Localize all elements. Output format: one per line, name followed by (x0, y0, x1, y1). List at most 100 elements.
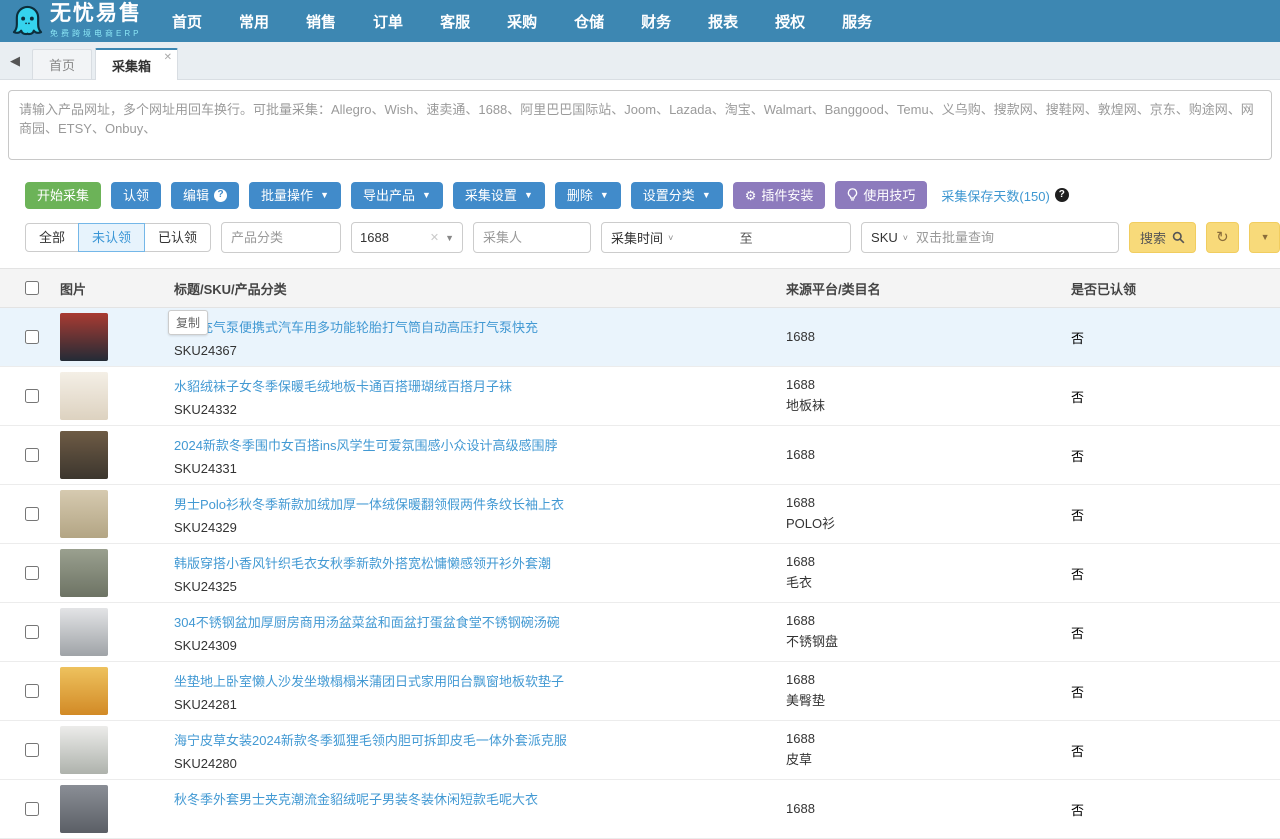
tabs-back-icon[interactable]: ◀ (10, 53, 20, 69)
product-title-link[interactable]: 坐垫地上卧室懒人沙发坐墩榻榻米蒲团日式家用阳台飘窗地板软垫子 (174, 671, 786, 690)
collect-time-range[interactable]: 采集时间 ˅ 至 (601, 222, 851, 253)
filter-bar: 全部未认领已认领 1688 ✕ ▼ 采集时间 ˅ 至 SKU ˅ 搜索 ↻ ▼ (25, 222, 1280, 253)
product-sku: SKU24331 (174, 461, 786, 476)
product-title-link[interactable]: 水貂绒袜子女冬季保暖毛绒地板卡通百搭珊瑚绒百搭月子袜 (174, 376, 786, 395)
caret-down-icon: ▼ (524, 191, 533, 200)
row-checkbox[interactable] (25, 802, 39, 816)
claim-filter-tab[interactable]: 全部 (25, 223, 79, 252)
question-circle-icon[interactable]: ? (1055, 188, 1069, 202)
search-options-button[interactable]: ▼ (1249, 222, 1280, 253)
select-all-checkbox[interactable] (25, 281, 39, 295)
nav-item[interactable]: 授权 (775, 11, 805, 32)
claimed-status: 否 (1071, 390, 1084, 405)
nav-item[interactable]: 财务 (641, 11, 671, 32)
toolbar: 开始采集 认领 编辑? 批量操作 ▼ 导出产品▼ 采集设置 ▼ 删除▼ 设置分类▼ ⚙插件安装 使用技… (25, 181, 1280, 209)
tab-collect-box[interactable]: 采集箱 ✕ (95, 48, 178, 80)
copy-button[interactable]: 复制 (168, 310, 208, 335)
row-checkbox[interactable] (25, 625, 39, 639)
product-title-link[interactable]: 秋冬季外套男士夹克潮流金貂绒呢子男装冬装休闲短款毛呢大衣 (174, 789, 786, 808)
row-checkbox[interactable] (25, 330, 39, 344)
product-sku: SKU24309 (174, 638, 786, 653)
chevron-down-icon: ˅ (668, 233, 673, 243)
product-title-link[interactable]: 韩版穿搭小香风针织毛衣女秋季新款外搭宽松慵懒感领开衫外套潮 (174, 553, 786, 572)
nav-item[interactable]: 采购 (507, 11, 537, 32)
collector-input[interactable] (473, 222, 591, 253)
button-label: 认领 (123, 189, 149, 202)
button-label: 批量操作 (261, 189, 313, 202)
sku-search-input[interactable] (914, 229, 1118, 246)
product-title-link[interactable]: 2024新款冬季围巾女百搭ins风学生可爱氛围感小众设计高级感围脖 (174, 435, 786, 454)
product-title-link[interactable]: 海宁皮草女装2024新款冬季狐狸毛领内胆可拆卸皮毛一体外套派克服 (174, 730, 786, 749)
claim-filter-tab[interactable]: 已认领 (144, 223, 211, 252)
nav-item[interactable]: 客服 (440, 11, 470, 32)
chevron-down-icon: ▼ (445, 233, 454, 243)
caret-down-icon: ▼ (320, 191, 329, 200)
edit-button[interactable]: 编辑? (171, 182, 239, 209)
product-thumbnail[interactable] (60, 608, 108, 656)
nav-item[interactable]: 服务 (842, 11, 872, 32)
product-thumbnail[interactable] (60, 667, 108, 715)
row-checkbox[interactable] (25, 507, 39, 521)
product-thumbnail[interactable] (60, 372, 108, 420)
row-checkbox[interactable] (25, 743, 39, 757)
product-sku: SKU24325 (174, 579, 786, 594)
claim-button[interactable]: 认领 (111, 182, 161, 209)
batch-ops-button[interactable]: 批量操作 ▼ (249, 182, 341, 209)
delete-button[interactable]: 删除▼ (555, 182, 621, 209)
refresh-button[interactable]: ↻ (1206, 222, 1239, 253)
platform-select[interactable]: 1688 ✕ ▼ (351, 222, 463, 253)
source-platform: 1688 (786, 327, 1071, 348)
row-checkbox[interactable] (25, 566, 39, 580)
product-title-link[interactable]: 304不锈钢盆加厚厨房商用汤盆菜盆和面盆打蛋盆食堂不锈钢碗汤碗 (174, 612, 786, 631)
collect-time-dropdown[interactable]: 采集时间 ˅ (602, 228, 682, 247)
export-products-button[interactable]: 导出产品▼ (351, 182, 443, 209)
nav-item[interactable]: 首页 (172, 11, 202, 32)
clear-icon[interactable]: ✕ (430, 231, 439, 244)
question-circle-icon[interactable]: ? (214, 189, 227, 202)
claim-filter-tab[interactable]: 未认领 (78, 223, 145, 252)
table-row: 坐垫地上卧室懒人沙发坐墩榻榻米蒲团日式家用阳台飘窗地板软垫子 SKU24281 … (0, 662, 1280, 721)
set-category-button[interactable]: 设置分类▼ (631, 182, 723, 209)
nav-item[interactable]: 订单 (373, 11, 403, 32)
source-platform: 1688 (786, 611, 1071, 632)
claimed-status: 否 (1071, 567, 1084, 582)
table-row: 复制 无线充气泵便携式汽车用多功能轮胎打气筒自动高压打气泵快充 SKU24367… (0, 308, 1280, 367)
row-checkbox[interactable] (25, 684, 39, 698)
claimed-status: 否 (1071, 744, 1084, 759)
button-label: 采集设置 (465, 189, 517, 202)
tab-home[interactable]: 首页 (32, 49, 92, 79)
button-label: 使用技巧 (863, 189, 915, 202)
claim-filter-group: 全部未认领已认领 (25, 223, 211, 252)
tab-close-icon[interactable]: ✕ (164, 52, 172, 63)
start-collect-button[interactable]: 开始采集 (25, 182, 101, 209)
row-checkbox[interactable] (25, 389, 39, 403)
product-thumbnail[interactable] (60, 431, 108, 479)
search-button[interactable]: 搜索 (1129, 222, 1196, 253)
collect-settings-button[interactable]: 采集设置 ▼ (453, 182, 545, 209)
nav-item[interactable]: 报表 (708, 11, 738, 32)
product-url-textarea[interactable] (8, 90, 1272, 160)
category-name: 皮草 (786, 750, 1071, 771)
product-title-link[interactable]: 无线充气泵便携式汽车用多功能轮胎打气筒自动高压打气泵快充 (174, 317, 786, 336)
save-days-link[interactable]: 采集保存天数(150) ? (941, 186, 1068, 205)
product-thumbnail[interactable] (60, 785, 108, 833)
product-thumbnail[interactable] (60, 726, 108, 774)
product-thumbnail[interactable] (60, 549, 108, 597)
nav-item[interactable]: 销售 (306, 11, 336, 32)
product-thumbnail[interactable] (60, 490, 108, 538)
sku-search-box: SKU ˅ (861, 222, 1119, 253)
sku-type-label: SKU (871, 230, 898, 245)
collect-table: 图片 标题/SKU/产品分类 来源平台/类目名 是否已认领 复制 无线充气泵便携… (0, 268, 1280, 839)
nav-item[interactable]: 常用 (239, 11, 269, 32)
product-title-link[interactable]: 男士Polo衫秋冬季新款加绒加厚一体绒保暖翻领假两件条纹长袖上衣 (174, 494, 786, 513)
product-thumbnail[interactable] (60, 313, 108, 361)
nav-item[interactable]: 仓储 (574, 11, 604, 32)
plugin-install-button[interactable]: ⚙插件安装 (733, 182, 826, 209)
category-input[interactable] (221, 222, 341, 253)
sku-type-dropdown[interactable]: SKU ˅ (862, 230, 914, 245)
row-checkbox[interactable] (25, 448, 39, 462)
search-icon (1172, 231, 1185, 244)
claimed-status: 否 (1071, 449, 1084, 464)
usage-tips-button[interactable]: 使用技巧 (835, 181, 927, 209)
app-logo[interactable]: 无忧易售 免费跨境电商ERP (12, 3, 142, 38)
